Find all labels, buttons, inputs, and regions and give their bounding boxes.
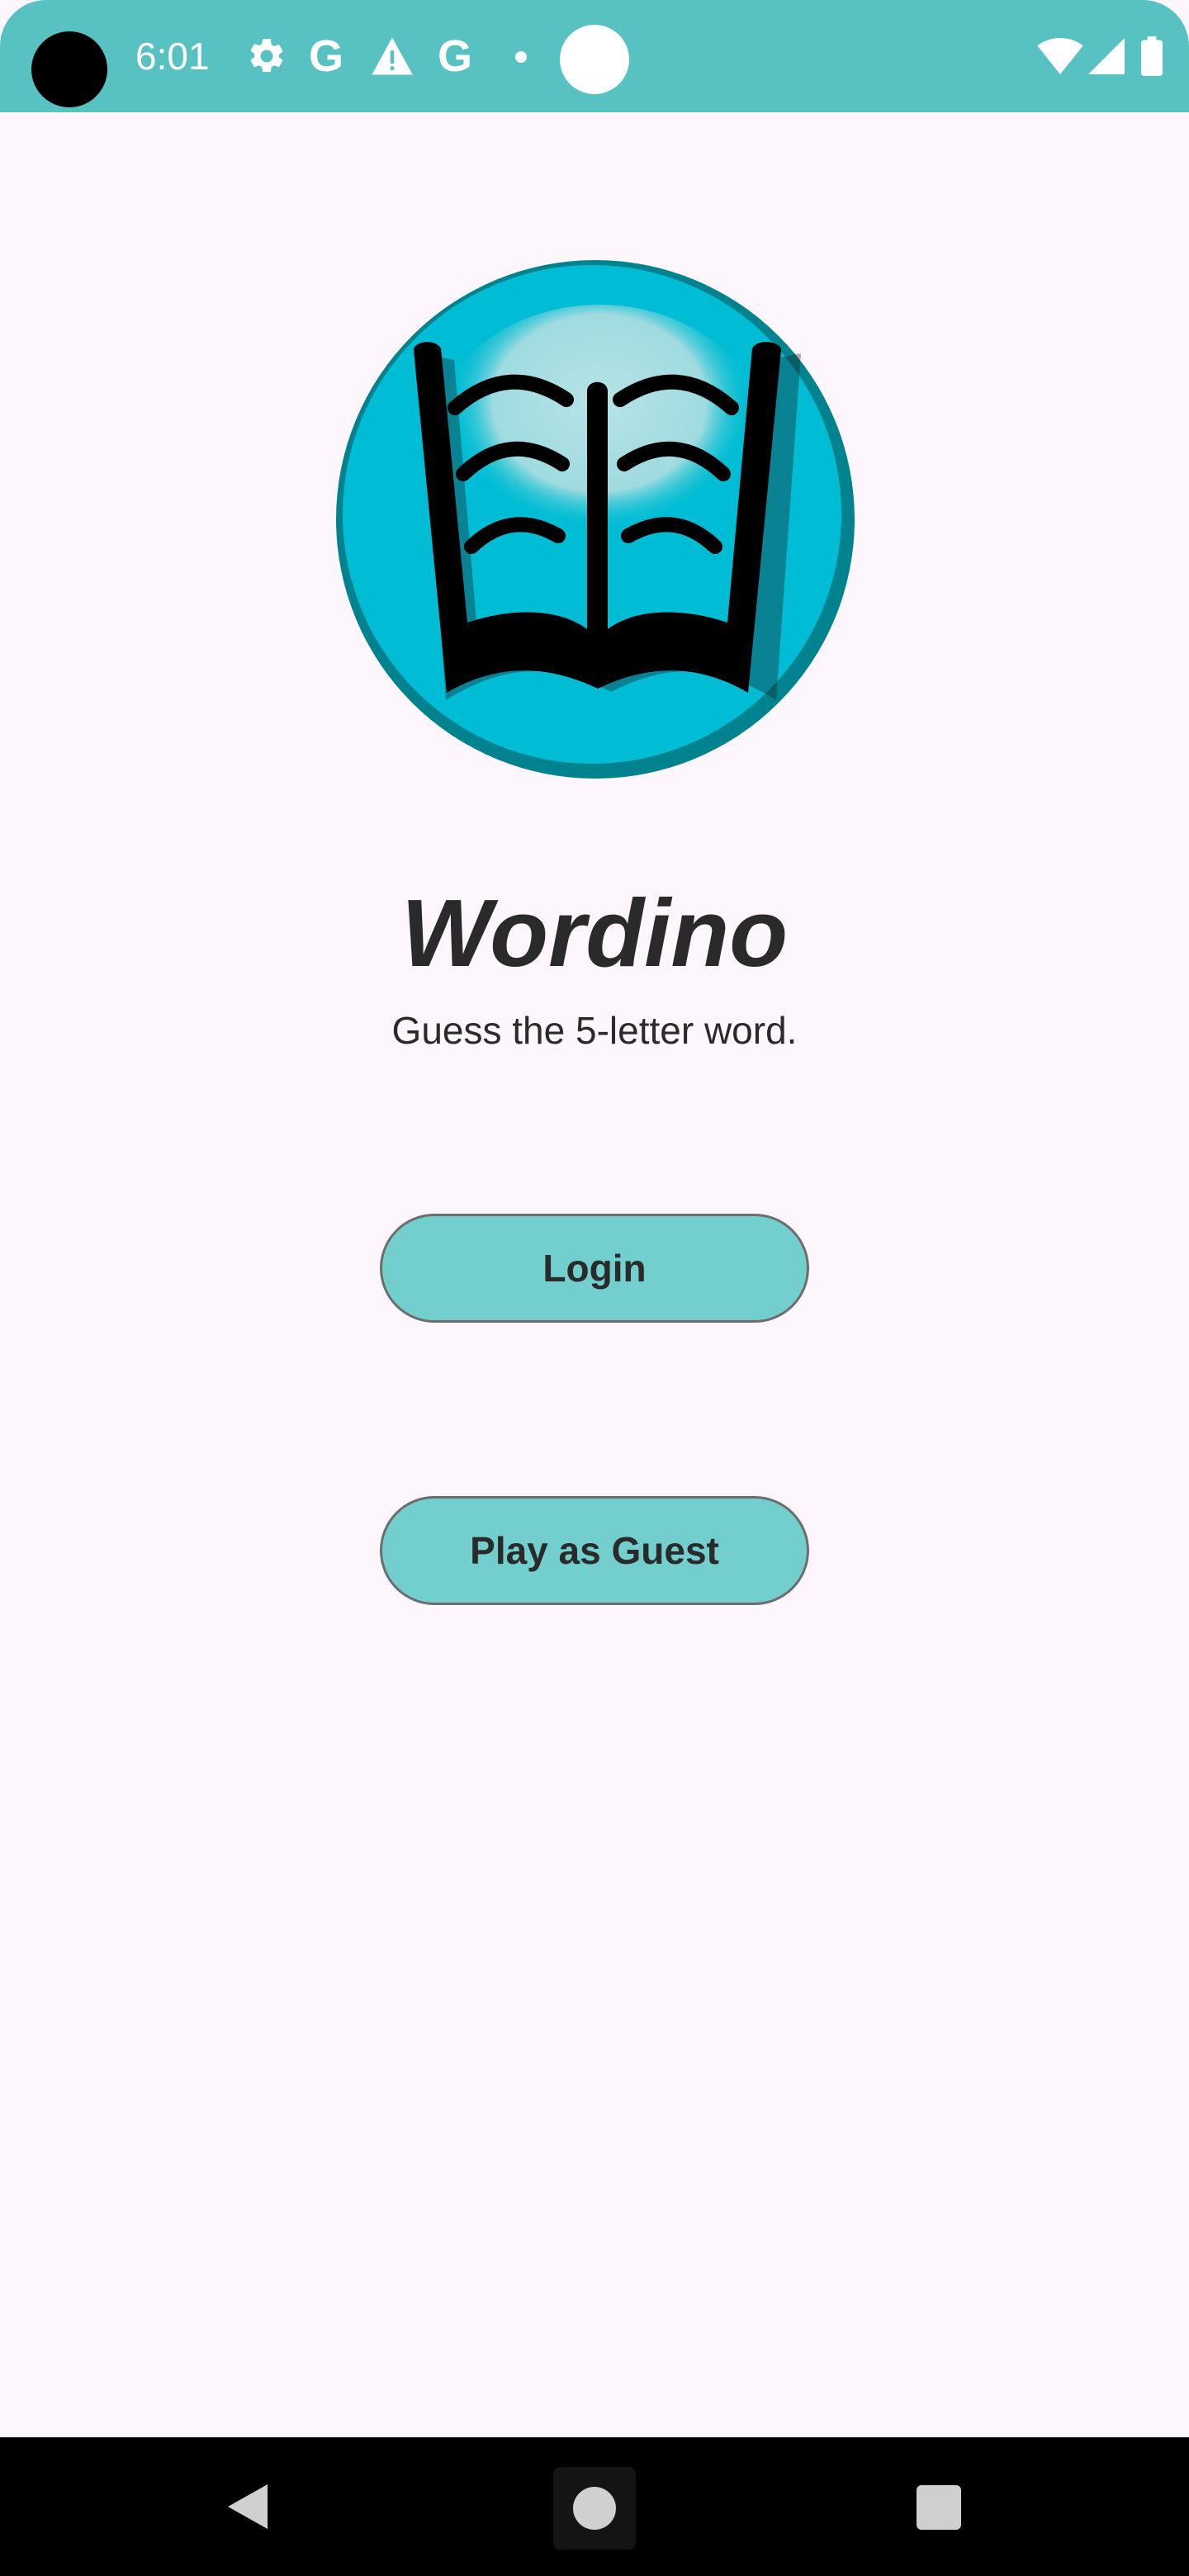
- app-subtitle: Guess the 5-letter word.: [391, 1009, 798, 1052]
- book-logo: [335, 259, 855, 779]
- warning-icon: [370, 33, 414, 79]
- google-icon: G: [438, 31, 473, 81]
- battery-icon: [1141, 33, 1163, 79]
- status-time: 6:01: [135, 35, 210, 78]
- back-icon[interactable]: [223, 2482, 272, 2531]
- camera-cutout: [31, 31, 107, 107]
- wifi-icon: [1037, 33, 1083, 79]
- play-as-guest-button[interactable]: Play as Guest: [380, 1496, 809, 1605]
- status-bar: 6:01 G G: [0, 0, 1189, 112]
- notification-dot-icon: [515, 51, 527, 63]
- navigation-bar: [0, 2437, 1189, 2576]
- settings-icon: [246, 33, 287, 79]
- google-icon: G: [309, 31, 344, 81]
- recents-icon[interactable]: [917, 2485, 961, 2530]
- login-button[interactable]: Login: [380, 1214, 809, 1323]
- cellular-icon: [1088, 33, 1125, 79]
- app-title: Wordino: [400, 879, 789, 987]
- circle-icon: [560, 25, 629, 94]
- home-icon[interactable]: [553, 2467, 636, 2550]
- app-screen: 6:01 G G Wordino Guess the 5-letter word…: [0, 0, 1189, 2576]
- home-dot-icon: [573, 2487, 616, 2530]
